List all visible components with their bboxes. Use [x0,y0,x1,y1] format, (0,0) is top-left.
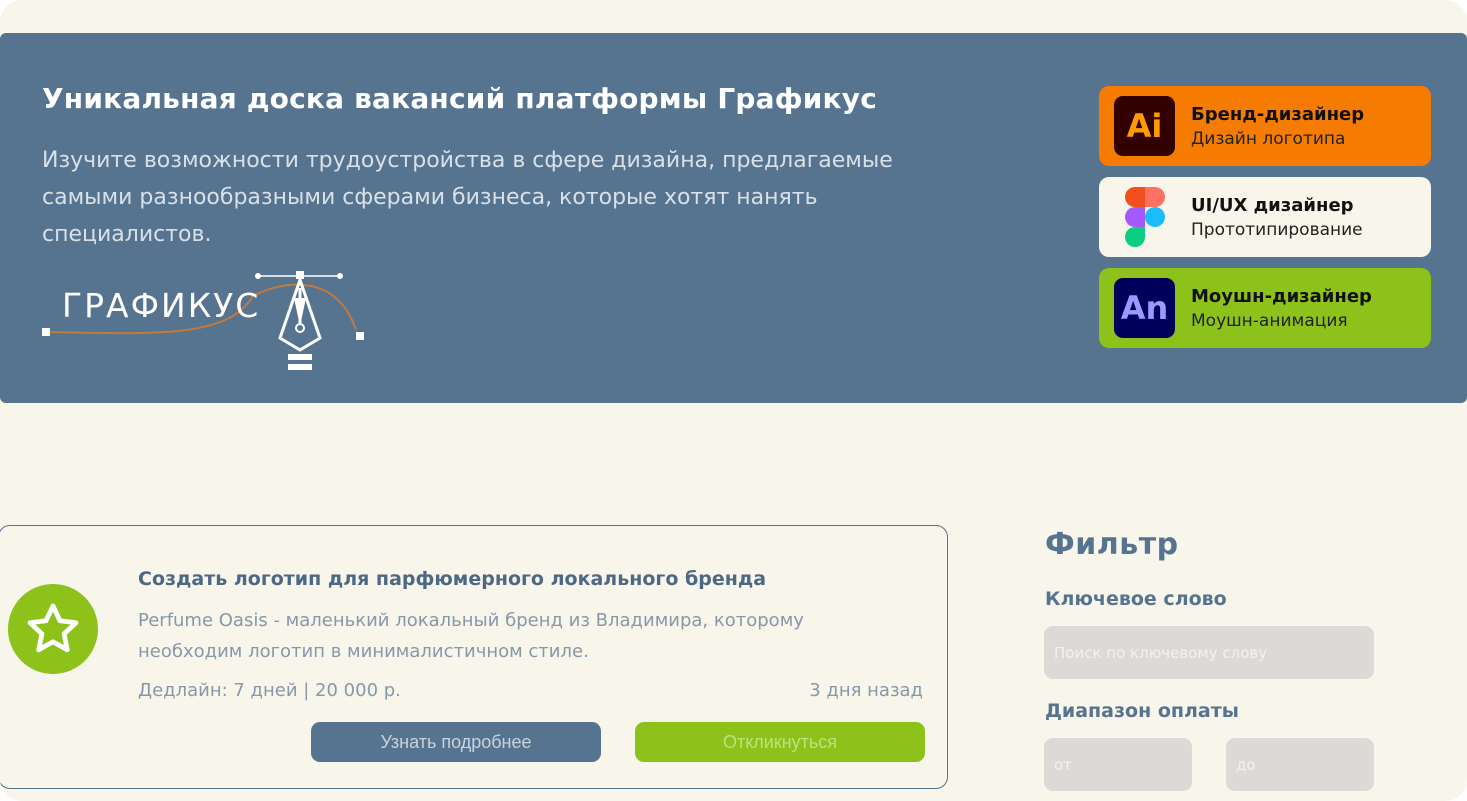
role-subtitle: Прототипирование [1191,220,1363,240]
adobe-illustrator-icon: Ai [1114,96,1175,156]
job-deadline-price: Дедлайн: 7 дней | 20 000 р. [138,680,401,701]
keyword-label: Ключевое слово [1045,588,1227,610]
role-title: UI/UX дизайнер [1191,195,1354,216]
apply-button[interactable]: Откликнуться [635,722,925,762]
filter-title: Фильтр [1045,527,1179,562]
keyword-search-input[interactable] [1044,626,1374,679]
hero-title: Уникальная доска вакансий платформы Граф… [42,82,877,115]
salary-from-input[interactable] [1044,738,1192,791]
role-card-brand-designer[interactable]: Ai Бренд-дизайнер Дизайн логотипа [1099,86,1431,166]
grafikus-logo[interactable]: ГРАФИКУС [38,268,378,378]
job-posted-time: 3 дня назад [809,680,923,701]
role-title: Моушн-дизайнер [1191,286,1372,307]
learn-more-button[interactable]: Узнать подробнее [311,722,601,762]
figma-icon [1114,187,1175,247]
salary-range-label: Диапазон оплаты [1045,700,1239,722]
page: Уникальная доска вакансий платформы Граф… [0,0,1467,801]
role-card-uiux-designer[interactable]: UI/UX дизайнер Прототипирование [1099,177,1431,257]
role-card-motion-designer[interactable]: An Моушн-дизайнер Моушн-анимация [1099,268,1431,348]
adobe-animate-icon: An [1114,278,1175,338]
role-subtitle: Дизайн логотипа [1191,129,1346,149]
salary-to-input[interactable] [1226,738,1374,791]
logo-wordmark: ГРАФИКУС [62,286,261,325]
job-description: Perfume Oasis - маленький локальный брен… [138,610,804,662]
job-title[interactable]: Создать логотип для парфюмерного локальн… [138,568,766,590]
role-title: Бренд-дизайнер [1191,104,1365,125]
star-icon [8,584,98,674]
hero-description: Изучите возможности трудоустройства в сф… [42,148,893,247]
role-subtitle: Моушн-анимация [1191,311,1348,331]
